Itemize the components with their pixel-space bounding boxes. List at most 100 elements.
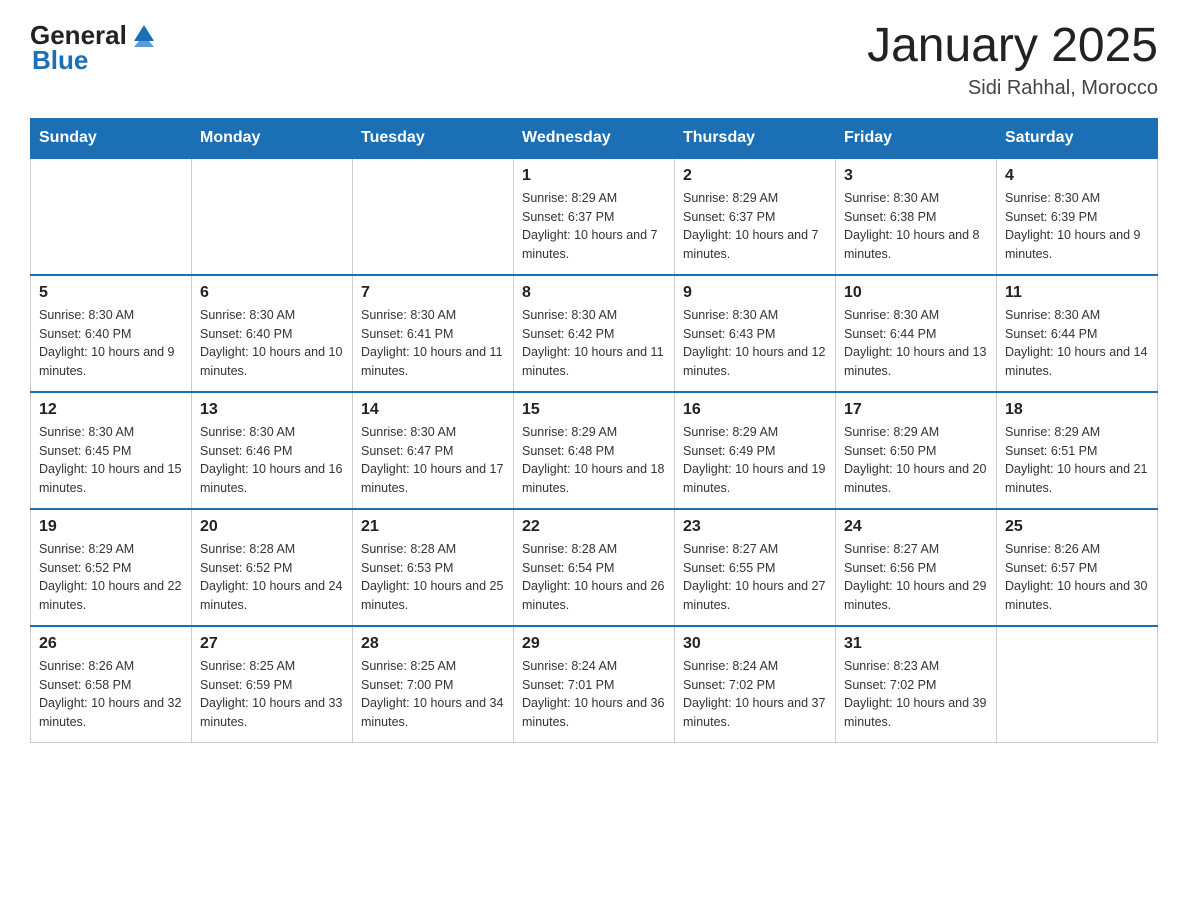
day-number: 29 — [522, 635, 666, 653]
calendar-cell: 28 Sunrise: 8:25 AMSunset: 7:00 PMDayligh… — [353, 626, 514, 743]
day-info: Sunrise: 8:27 AMSunset: 6:55 PMDaylight:… — [683, 540, 827, 615]
calendar-cell: 11 Sunrise: 8:30 AMSunset: 6:44 PMDayligh… — [997, 275, 1158, 392]
day-number: 26 — [39, 635, 183, 653]
logo-icon — [129, 19, 159, 49]
day-info: Sunrise: 8:30 AMSunset: 6:47 PMDaylight:… — [361, 423, 505, 498]
calendar-cell: 24 Sunrise: 8:27 AMSunset: 6:56 PMDayligh… — [836, 509, 997, 626]
logo: General Blue — [30, 20, 159, 76]
day-number: 1 — [522, 167, 666, 185]
calendar-cell: 5 Sunrise: 8:30 AMSunset: 6:40 PMDaylight… — [31, 275, 192, 392]
calendar-cell — [192, 158, 353, 275]
day-number: 30 — [683, 635, 827, 653]
day-number: 13 — [200, 401, 344, 419]
day-number: 11 — [1005, 284, 1149, 302]
logo-text-blue: Blue — [32, 45, 88, 76]
day-info: Sunrise: 8:30 AMSunset: 6:45 PMDaylight:… — [39, 423, 183, 498]
day-number: 8 — [522, 284, 666, 302]
day-info: Sunrise: 8:30 AMSunset: 6:40 PMDaylight:… — [39, 306, 183, 381]
calendar-table: SundayMondayTuesdayWednesdayThursdayFrid… — [30, 118, 1158, 743]
calendar-week-2: 5 Sunrise: 8:30 AMSunset: 6:40 PMDaylight… — [31, 275, 1158, 392]
title-block: January 2025 Sidi Rahhal, Morocco — [867, 20, 1158, 100]
day-number: 7 — [361, 284, 505, 302]
day-info: Sunrise: 8:24 AMSunset: 7:02 PMDaylight:… — [683, 657, 827, 732]
calendar-cell: 2Sunrise: 8:29 AMSunset: 6:37 PMDaylight… — [675, 158, 836, 275]
calendar-cell — [31, 158, 192, 275]
day-number: 5 — [39, 284, 183, 302]
day-info: Sunrise: 8:25 AMSunset: 7:00 PMDaylight:… — [361, 657, 505, 732]
day-number: 24 — [844, 518, 988, 536]
calendar-cell: 15 Sunrise: 8:29 AMSunset: 6:48 PMDayligh… — [514, 392, 675, 509]
day-number: 14 — [361, 401, 505, 419]
calendar-week-1: 1 Sunrise: 8:29 AMSunset: 6:37 PMDaylight… — [31, 158, 1158, 275]
calendar-cell: 4 Sunrise: 8:30 AMSunset: 6:39 PMDaylight… — [997, 158, 1158, 275]
col-header-sunday: Sunday — [31, 118, 192, 158]
day-number: 21 — [361, 518, 505, 536]
day-info: Sunrise: 8:30 AMSunset: 6:42 PMDaylight:… — [522, 306, 666, 381]
day-number: 10 — [844, 284, 988, 302]
calendar-cell — [353, 158, 514, 275]
col-header-friday: Friday — [836, 118, 997, 158]
col-header-wednesday: Wednesday — [514, 118, 675, 158]
day-info: Sunrise: 8:30 AMSunset: 6:39 PMDaylight:… — [1005, 189, 1149, 264]
calendar-cell: 6Sunrise: 8:30 AMSunset: 6:40 PMDaylight… — [192, 275, 353, 392]
calendar-cell: 9Sunrise: 8:30 AMSunset: 6:43 PMDaylight… — [675, 275, 836, 392]
calendar-cell — [997, 626, 1158, 743]
day-info: Sunrise: 8:29 AMSunset: 6:37 PMDaylight:… — [522, 189, 666, 264]
calendar-cell: 13Sunrise: 8:30 AMSunset: 6:46 PMDayligh… — [192, 392, 353, 509]
day-number: 18 — [1005, 401, 1149, 419]
day-number: 28 — [361, 635, 505, 653]
calendar-cell: 27 Sunrise: 8:25 AMSunset: 6:59 PMDayligh… — [192, 626, 353, 743]
calendar-cell: 20Sunrise: 8:28 AMSunset: 6:52 PMDayligh… — [192, 509, 353, 626]
calendar-cell: 31 Sunrise: 8:23 AMSunset: 7:02 PMDayligh… — [836, 626, 997, 743]
day-number: 16 — [683, 401, 827, 419]
day-number: 17 — [844, 401, 988, 419]
day-number: 19 — [39, 518, 183, 536]
calendar-cell: 21 Sunrise: 8:28 AMSunset: 6:53 PMDayligh… — [353, 509, 514, 626]
day-info: Sunrise: 8:30 AMSunset: 6:44 PMDaylight:… — [1005, 306, 1149, 381]
day-number: 27 — [200, 635, 344, 653]
calendar-cell: 23 Sunrise: 8:27 AMSunset: 6:55 PMDayligh… — [675, 509, 836, 626]
day-number: 4 — [1005, 167, 1149, 185]
day-number: 25 — [1005, 518, 1149, 536]
day-info: Sunrise: 8:29 AMSunset: 6:49 PMDaylight:… — [683, 423, 827, 498]
calendar-header: SundayMondayTuesdayWednesdayThursdayFrid… — [31, 118, 1158, 158]
location-subtitle: Sidi Rahhal, Morocco — [867, 77, 1158, 100]
calendar-cell: 25 Sunrise: 8:26 AMSunset: 6:57 PMDayligh… — [997, 509, 1158, 626]
day-info: Sunrise: 8:25 AMSunset: 6:59 PMDaylight:… — [200, 657, 344, 732]
calendar-cell: 1 Sunrise: 8:29 AMSunset: 6:37 PMDaylight… — [514, 158, 675, 275]
day-info: Sunrise: 8:29 AMSunset: 6:52 PMDaylight:… — [39, 540, 183, 615]
calendar-cell: 22Sunrise: 8:28 AMSunset: 6:54 PMDayligh… — [514, 509, 675, 626]
day-info: Sunrise: 8:30 AMSunset: 6:38 PMDaylight:… — [844, 189, 988, 264]
calendar-cell: 7Sunrise: 8:30 AMSunset: 6:41 PMDaylight… — [353, 275, 514, 392]
day-number: 3 — [844, 167, 988, 185]
day-info: Sunrise: 8:27 AMSunset: 6:56 PMDaylight:… — [844, 540, 988, 615]
day-info: Sunrise: 8:29 AMSunset: 6:48 PMDaylight:… — [522, 423, 666, 498]
day-info: Sunrise: 8:29 AMSunset: 6:50 PMDaylight:… — [844, 423, 988, 498]
day-number: 9 — [683, 284, 827, 302]
col-header-monday: Monday — [192, 118, 353, 158]
calendar-cell: 17 Sunrise: 8:29 AMSunset: 6:50 PMDayligh… — [836, 392, 997, 509]
day-number: 2 — [683, 167, 827, 185]
day-info: Sunrise: 8:28 AMSunset: 6:54 PMDaylight:… — [522, 540, 666, 615]
calendar-cell: 3 Sunrise: 8:30 AMSunset: 6:38 PMDaylight… — [836, 158, 997, 275]
day-info: Sunrise: 8:26 AMSunset: 6:57 PMDaylight:… — [1005, 540, 1149, 615]
day-info: Sunrise: 8:24 AMSunset: 7:01 PMDaylight:… — [522, 657, 666, 732]
calendar-cell: 29 Sunrise: 8:24 AMSunset: 7:01 PMDayligh… — [514, 626, 675, 743]
day-number: 20 — [200, 518, 344, 536]
calendar-cell: 14 Sunrise: 8:30 AMSunset: 6:47 PMDayligh… — [353, 392, 514, 509]
calendar-week-4: 19 Sunrise: 8:29 AMSunset: 6:52 PMDayligh… — [31, 509, 1158, 626]
calendar-cell: 18 Sunrise: 8:29 AMSunset: 6:51 PMDayligh… — [997, 392, 1158, 509]
month-title: January 2025 — [867, 20, 1158, 73]
col-header-tuesday: Tuesday — [353, 118, 514, 158]
day-info: Sunrise: 8:26 AMSunset: 6:58 PMDaylight:… — [39, 657, 183, 732]
calendar-cell: 26 Sunrise: 8:26 AMSunset: 6:58 PMDayligh… — [31, 626, 192, 743]
day-info: Sunrise: 8:28 AMSunset: 6:53 PMDaylight:… — [361, 540, 505, 615]
calendar-cell: 16 Sunrise: 8:29 AMSunset: 6:49 PMDayligh… — [675, 392, 836, 509]
day-number: 15 — [522, 401, 666, 419]
calendar-cell: 30 Sunrise: 8:24 AMSunset: 7:02 PMDayligh… — [675, 626, 836, 743]
day-number: 23 — [683, 518, 827, 536]
day-number: 31 — [844, 635, 988, 653]
day-info: Sunrise: 8:23 AMSunset: 7:02 PMDaylight:… — [844, 657, 988, 732]
day-number: 6 — [200, 284, 344, 302]
day-info: Sunrise: 8:29 AMSunset: 6:51 PMDaylight:… — [1005, 423, 1149, 498]
